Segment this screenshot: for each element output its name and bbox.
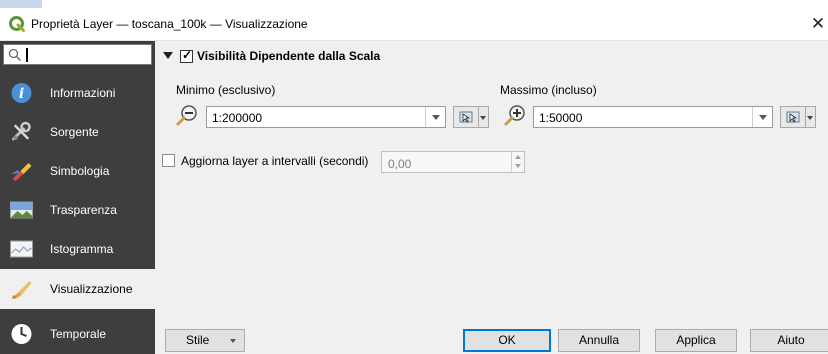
style-button-label: Stile (186, 333, 210, 347)
search-icon (8, 48, 21, 61)
taskbar-accent (0, 0, 42, 8)
set-to-current-map-scale-button[interactable] (780, 106, 806, 128)
sidebar-item-trasparenza[interactable]: Trasparenza (0, 191, 155, 229)
style-button[interactable]: Stile (165, 329, 245, 352)
svg-text:i: i (19, 86, 24, 102)
help-button[interactable]: Aiuto (750, 329, 828, 352)
apply-button-label: Applica (676, 333, 716, 347)
ok-button-label: OK (498, 333, 516, 347)
chevron-down-icon (230, 339, 236, 343)
set-to-current-map-scale-button[interactable] (453, 106, 479, 128)
clock-icon (11, 324, 32, 344)
sidebar-item-simbologia[interactable]: Simbologia (0, 152, 155, 190)
help-button-label: Aiuto (777, 333, 805, 347)
minimum-scale-combo[interactable]: 1:200000 (206, 106, 446, 128)
window-top-strip (0, 0, 828, 8)
transparency-icon (10, 201, 33, 219)
info-icon: i (11, 83, 32, 103)
ok-button[interactable]: OK (463, 329, 551, 352)
refresh-interval-checkbox[interactable] (162, 154, 175, 167)
close-button[interactable]: ✕ (808, 13, 828, 35)
sidebar: i Informazioni Sorgente Simbologia Trasp… (0, 41, 155, 354)
window-title: Proprietà Layer — toscana_100k — Visuali… (31, 17, 308, 31)
scale-visibility-checkbox[interactable]: ✓ (180, 48, 193, 63)
collapse-arrow-icon[interactable] (163, 52, 173, 59)
refresh-interval-label: Aggiorna layer a intervalli (secondi) (181, 154, 369, 168)
source-tools-icon (12, 121, 31, 141)
cancel-button[interactable]: Annulla (558, 329, 640, 352)
title-bar: Proprietà Layer — toscana_100k — Visuali… (0, 8, 828, 41)
sidebar-item-sorgente[interactable]: Sorgente (0, 113, 155, 151)
map-canvas-icon (786, 111, 800, 123)
minimum-scale-options-dropdown[interactable] (479, 106, 489, 128)
sidebar-item-label: Temporale (50, 327, 107, 341)
spin-up-icon (515, 155, 521, 159)
maximum-scale-value: 1:50000 (539, 111, 583, 125)
maximum-scale-label: Massimo (incluso) (500, 83, 597, 97)
checkmark-icon: ✓ (182, 48, 193, 62)
sidebar-item-istogramma[interactable]: Istogramma (0, 230, 155, 268)
refresh-interval-value: 0,00 (388, 157, 412, 171)
apply-button[interactable]: Applica (655, 329, 737, 352)
cancel-button-label: Annulla (578, 333, 620, 347)
sidebar-item-label: Visualizzazione (50, 282, 133, 296)
rendering-brush-icon (11, 281, 32, 299)
spin-down-icon (515, 164, 521, 168)
map-canvas-icon (459, 111, 473, 123)
sidebar-item-label: Istogramma (50, 242, 114, 256)
sidebar-item-label: Informazioni (50, 86, 116, 100)
sidebar-item-label: Trasparenza (50, 203, 117, 217)
sidebar-item-temporale[interactable]: Temporale (0, 315, 155, 353)
maximum-scale-options-dropdown[interactable] (806, 106, 816, 128)
chevron-down-icon[interactable] (752, 107, 772, 127)
qgis-logo-icon (9, 16, 25, 32)
rendering-panel: ✓ Visibilità Dipendente dalla Scala Mini… (155, 41, 828, 354)
close-icon: ✕ (810, 14, 826, 33)
symbology-brush-icon (11, 163, 32, 181)
chevron-down-icon[interactable] (425, 107, 445, 127)
text-caret (26, 48, 28, 62)
sidebar-item-label: Simbologia (50, 164, 110, 178)
sidebar-item-informazioni[interactable]: i Informazioni (0, 74, 155, 112)
refresh-interval-spinbox: 0,00 (381, 151, 525, 173)
zoom-in-icon (504, 105, 525, 126)
histogram-icon (10, 240, 33, 258)
spinbox-arrows (511, 152, 524, 172)
scale-visibility-title: Visibilità Dipendente dalla Scala (197, 49, 381, 63)
minimum-scale-value: 1:200000 (212, 111, 263, 125)
maximum-scale-combo[interactable]: 1:50000 (533, 106, 773, 128)
sidebar-item-label: Sorgente (50, 125, 99, 139)
minimum-scale-label: Minimo (esclusivo) (176, 83, 276, 97)
sidebar-search-input[interactable] (3, 44, 152, 65)
sidebar-item-visualizzazione[interactable]: Visualizzazione (0, 269, 155, 309)
zoom-out-icon (176, 105, 197, 126)
